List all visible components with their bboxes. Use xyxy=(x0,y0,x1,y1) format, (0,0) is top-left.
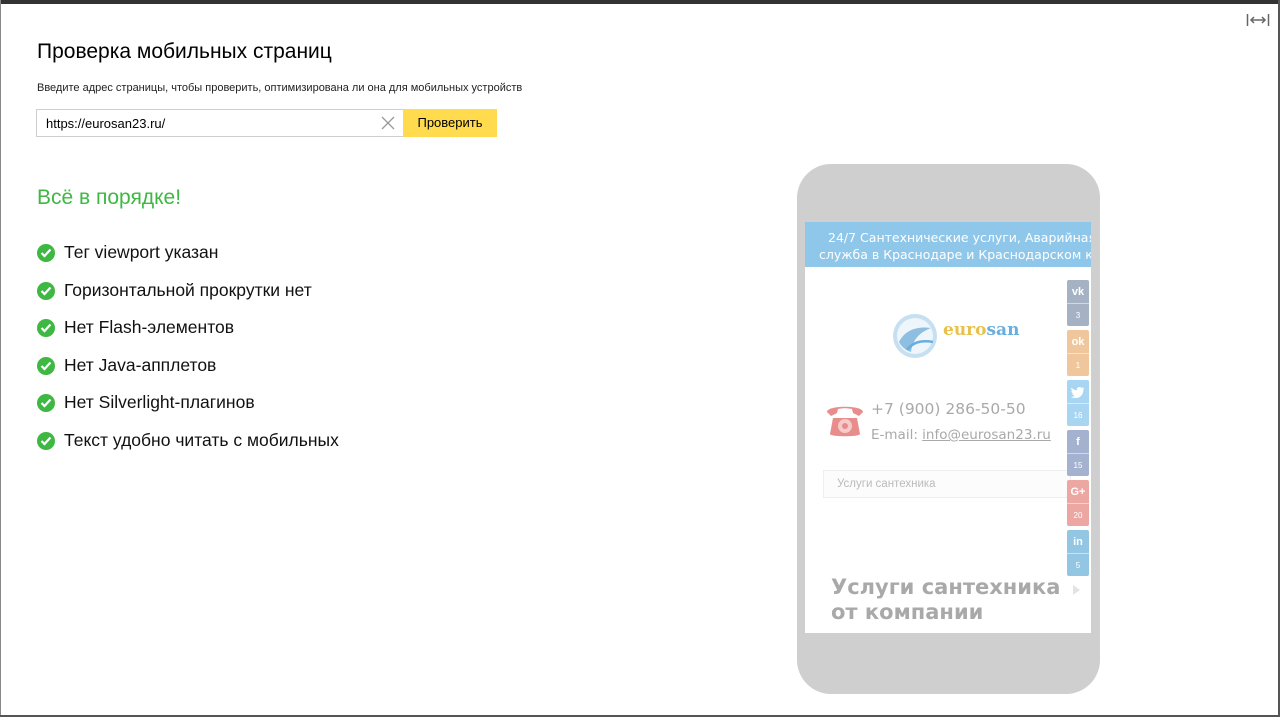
page-title: Проверка мобильных страниц xyxy=(37,40,332,63)
check-circle-icon xyxy=(37,281,55,300)
window-left-border xyxy=(0,0,1,717)
logo-euro-text: euro xyxy=(943,320,987,340)
url-input[interactable] xyxy=(37,110,377,136)
facebook-icon: f xyxy=(1076,435,1080,448)
site-phone-number: +7 (900) 286-50-50 xyxy=(871,400,1026,418)
check-result-item: Нет Flash-элементов xyxy=(37,315,339,353)
site-header-line: 24/7 Сантехнические услуги, Аварийная xyxy=(828,230,1091,245)
check-result-label: Текст удобно читать с мобильных xyxy=(64,429,339,450)
linkedin-icon: in xyxy=(1073,535,1083,548)
site-heading-line: Услуги сантехника xyxy=(831,575,1061,599)
site-header-line: служба в Краснодаре и Краснодарском кра xyxy=(819,247,1091,262)
odnoklassniki-icon: ok xyxy=(1071,335,1085,348)
check-circle-icon xyxy=(37,394,55,412)
site-logo-emblem-icon xyxy=(893,314,937,358)
check-result-item: Нет Silverlight-плагинов xyxy=(37,390,339,428)
share-count: 1 xyxy=(1067,353,1089,376)
mobile-preview-screen: 24/7 Сантехнические услуги, Аварийная сл… xyxy=(805,222,1091,633)
odnoklassniki-share-button[interactable]: ok 1 xyxy=(1067,330,1089,376)
window-top-border xyxy=(0,0,1280,4)
twitter-share-button[interactable]: 16 xyxy=(1067,380,1089,426)
site-main-heading: Услуги сантехника от компании xyxy=(831,575,1071,625)
share-count: 5 xyxy=(1067,553,1089,576)
logo-san-text: san xyxy=(986,320,1020,340)
check-result-label: Горизонтальной прокрутки нет xyxy=(64,279,312,300)
check-result-item: Тег viewport указан xyxy=(37,240,339,278)
check-circle-icon xyxy=(37,431,55,450)
site-logo-text: eurosan xyxy=(943,320,1019,340)
facebook-share-button[interactable]: f 15 xyxy=(1067,430,1089,476)
check-result-label: Нет Silverlight-плагинов xyxy=(64,392,255,412)
status-message: Всё в порядке! xyxy=(37,186,182,209)
expand-width-icon[interactable] xyxy=(1246,12,1270,28)
google-plus-icon: G+ xyxy=(1070,485,1086,498)
linkedin-share-button[interactable]: in 5 xyxy=(1067,530,1089,576)
google-plus-share-button[interactable]: G+ 20 xyxy=(1067,480,1089,526)
url-field-container xyxy=(36,109,403,137)
site-email-row: E-mail: info@eurosan23.ru xyxy=(871,427,1051,443)
vk-icon: vk xyxy=(1071,285,1085,298)
share-count: 15 xyxy=(1067,453,1089,476)
site-search-input[interactable]: Услуги сантехника xyxy=(823,470,1071,498)
twitter-icon xyxy=(1067,380,1089,403)
page-subtitle: Введите адрес страницы, чтобы проверить,… xyxy=(37,82,523,94)
site-heading-line: от компании xyxy=(831,600,984,624)
site-logo: eurosan xyxy=(891,312,1026,360)
share-count: 20 xyxy=(1067,503,1089,526)
telephone-icon xyxy=(823,400,867,440)
check-circle-icon xyxy=(37,244,55,262)
site-email-link[interactable]: info@eurosan23.ru xyxy=(922,427,1051,443)
share-count: 16 xyxy=(1067,403,1089,426)
email-label: E-mail: xyxy=(871,427,918,443)
share-count: 3 xyxy=(1067,303,1089,326)
check-circle-icon xyxy=(37,319,55,337)
check-result-label: Нет Flash-элементов xyxy=(64,317,235,337)
site-header-banner: 24/7 Сантехнические услуги, Аварийная сл… xyxy=(805,222,1091,267)
check-button[interactable]: Проверить xyxy=(403,109,497,137)
slider-arrow-icon[interactable] xyxy=(1073,585,1080,595)
check-circle-icon xyxy=(37,356,55,375)
check-result-item: Горизонтальной прокрутки нет xyxy=(37,278,339,316)
check-results-list: Тег viewport указан Горизонтальной прокр… xyxy=(37,240,339,465)
check-result-item: Нет Java-апплетов xyxy=(37,353,339,391)
check-result-label: Нет Java-апплетов xyxy=(64,354,217,375)
clear-icon[interactable] xyxy=(381,116,395,130)
vk-share-button[interactable]: vk 3 xyxy=(1067,280,1089,326)
check-result-label: Тег viewport указан xyxy=(64,242,219,262)
check-result-item: Текст удобно читать с мобильных xyxy=(37,428,339,466)
